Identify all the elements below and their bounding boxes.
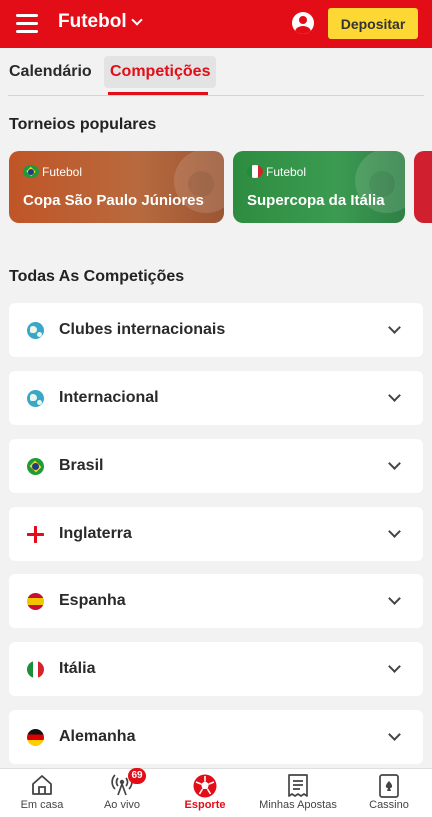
nav-item-home[interactable]: Em casa (0, 769, 84, 817)
competition-row-italia[interactable]: Itália (9, 642, 423, 696)
competition-label: Espanha (59, 592, 126, 609)
deposit-button[interactable]: Depositar (328, 8, 418, 39)
competition-row-clubes-internacionais[interactable]: Clubes internacionais (9, 303, 423, 357)
nav-label: Minhas Apostas (259, 799, 337, 811)
chevron-down-icon (388, 660, 401, 673)
germany-flag-icon (27, 729, 44, 746)
card-sport-label: Futebol (42, 165, 83, 179)
italy-flag-icon (27, 661, 44, 678)
popular-tournaments-title: Torneios populares (9, 116, 157, 133)
playing-card-icon (379, 774, 399, 798)
globe-icon (27, 322, 44, 339)
home-icon (32, 775, 52, 795)
england-flag-icon (27, 526, 44, 543)
top-header: Futebol Depositar (0, 0, 432, 48)
chevron-down-icon (388, 389, 401, 402)
competition-label: Inglaterra (59, 525, 132, 542)
chevron-down-icon (388, 592, 401, 605)
nav-item-live[interactable]: 69 Ao vivo (84, 768, 160, 817)
brazil-flag-icon (27, 458, 44, 475)
chevron-down-icon (388, 525, 401, 538)
tab-divider (8, 95, 424, 96)
chevron-down-icon (388, 728, 401, 741)
sport-selector[interactable]: Futebol (58, 11, 143, 33)
nav-item-my-bets[interactable]: Minhas Apostas (250, 769, 346, 817)
tab-calendar[interactable]: Calendário (9, 56, 92, 88)
bottom-navigation: Em casa 69 Ao vivo Esporte Minhas Aposta… (0, 768, 432, 817)
card-tournament-name: Supercopa da Itália (247, 192, 385, 209)
popular-card-partial[interactable] (414, 151, 432, 223)
spain-flag-icon (27, 593, 44, 610)
nav-label: Ao vivo (103, 799, 141, 811)
italy-flag-icon (247, 165, 263, 178)
popular-card-supercopa-italia[interactable]: Futebol Supercopa da Itália (233, 151, 405, 223)
globe-icon (27, 390, 44, 407)
card-tournament-name: Copa São Paulo Júniores (23, 192, 204, 209)
competition-label: Itália (59, 660, 96, 677)
competition-row-alemanha[interactable]: Alemanha (9, 710, 423, 764)
sport-selector-label: Futebol (58, 11, 127, 32)
soccer-ball-icon (193, 774, 217, 798)
nav-label: Em casa (20, 799, 64, 811)
competition-label: Alemanha (59, 728, 136, 745)
chevron-down-icon (388, 457, 401, 470)
brazil-flag-icon (23, 165, 39, 178)
tab-bar: Calendário Competições (0, 48, 432, 96)
nav-label: Cassino (369, 799, 409, 811)
all-competitions-title: Todas As Competições (9, 268, 185, 285)
user-account-icon[interactable] (292, 12, 314, 34)
competition-row-inglaterra[interactable]: Inglaterra (9, 507, 423, 561)
chevron-down-icon (388, 321, 401, 334)
nav-label: Esporte (184, 799, 226, 811)
competition-label: Clubes internacionais (59, 321, 226, 338)
nav-item-sport[interactable]: Esporte (160, 769, 250, 817)
nav-item-casino[interactable]: Cassino (346, 769, 432, 817)
card-sport-label: Futebol (266, 165, 307, 179)
chevron-down-icon (130, 13, 143, 26)
live-count-badge: 69 (128, 768, 146, 784)
bet-slip-icon (288, 774, 308, 797)
competition-label: Brasil (59, 457, 104, 474)
competition-row-espanha[interactable]: Espanha (9, 574, 423, 628)
tab-competitions[interactable]: Competições (104, 56, 217, 88)
hamburger-menu-icon[interactable] (16, 14, 38, 34)
popular-card-copa-sao-paulo[interactable]: Futebol Copa São Paulo Júniores (9, 151, 224, 223)
competition-row-internacional[interactable]: Internacional (9, 371, 423, 425)
competition-label: Internacional (59, 389, 159, 406)
competition-row-brasil[interactable]: Brasil (9, 439, 423, 493)
